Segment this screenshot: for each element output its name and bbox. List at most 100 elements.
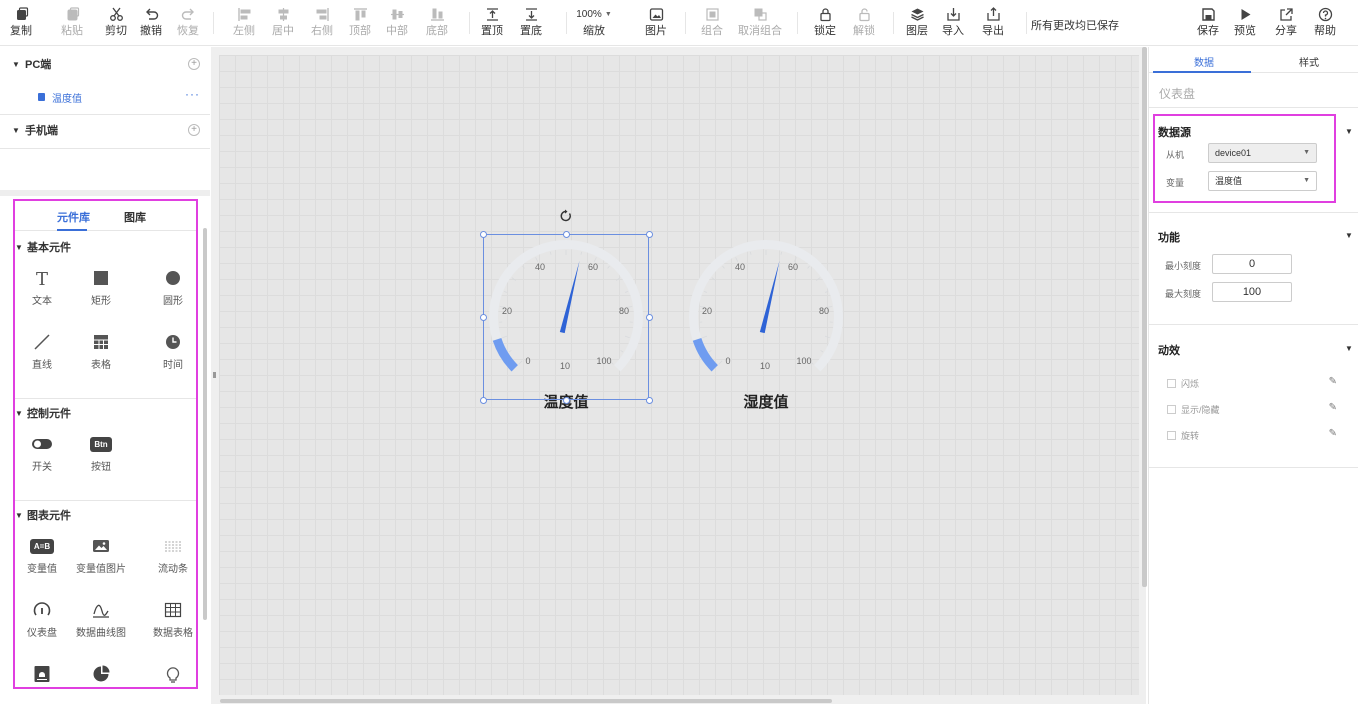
tree-node-temperature[interactable]: 温度值 ···: [0, 87, 210, 107]
effect-checkbox[interactable]: [1167, 379, 1176, 388]
variable-select[interactable]: 温度值 ▼: [1208, 171, 1317, 191]
min-scale-input[interactable]: 0: [1212, 254, 1292, 274]
collapse-caret-icon[interactable]: ▼: [1345, 231, 1353, 240]
toolbar-button[interactable]: 导出: [967, 4, 1019, 42]
tab-data[interactable]: 数据: [1194, 54, 1214, 69]
toolbar-button[interactable]: 组合: [686, 4, 738, 42]
library-section-header[interactable]: ▼ 图表元件: [15, 500, 196, 530]
collapse-handle[interactable]: [213, 372, 216, 378]
gauge[interactable]: 0 10 20 40 60 80 100: [683, 234, 849, 400]
clock-icon: [162, 330, 184, 354]
library-item-label: 饼图: [91, 688, 111, 689]
library-item[interactable]: 表格: [75, 330, 127, 374]
svg-text:T: T: [36, 269, 48, 289]
resize-handle[interactable]: [645, 230, 653, 238]
resize-handle[interactable]: [479, 230, 487, 238]
library-tabs: 元件库 图库: [15, 201, 196, 231]
toolbar-separator: [213, 12, 214, 34]
add-page-icon[interactable]: +: [188, 124, 200, 136]
toolbar-separator: [1026, 12, 1027, 34]
gauge-tick-label: 60: [788, 262, 798, 272]
collapse-caret-icon[interactable]: ▼: [1345, 344, 1353, 353]
toolbar-button[interactable]: 取消组合: [734, 4, 786, 42]
toolbar-button[interactable]: 复制: [0, 4, 47, 42]
toolbar-button[interactable]: 100% ▼ 缩放: [568, 4, 620, 42]
resize-handle[interactable]: [479, 313, 487, 321]
toolbar-button[interactable]: 解锁: [838, 4, 890, 42]
toolbar-button-label: 缩放: [583, 25, 605, 37]
library-item[interactable]: 数据表格: [147, 598, 196, 642]
effect-checkbox[interactable]: [1167, 431, 1176, 440]
pencil-icon[interactable]: ✎: [1329, 376, 1337, 387]
resize-handle[interactable]: [645, 313, 653, 321]
toolbar-button[interactable]: 底部: [411, 4, 463, 42]
toolbar-button-label: 剪切: [105, 25, 127, 37]
lock-icon: [818, 4, 833, 24]
add-page-icon[interactable]: +: [188, 58, 200, 70]
library-item[interactable]: 直线: [16, 330, 68, 374]
slave-select[interactable]: device01 ▼: [1208, 143, 1317, 163]
bring-to-front-icon: [485, 4, 500, 24]
toolbar-button-label: 中部: [386, 25, 408, 37]
collapse-caret-icon[interactable]: ▼: [1345, 127, 1353, 136]
tree-group-pc[interactable]: ▼ PC端 +: [0, 47, 210, 81]
toolbar-button[interactable]: 帮助: [1299, 4, 1351, 42]
effect-checkbox[interactable]: [1167, 405, 1176, 414]
effect-row[interactable]: 闪烁 ✎: [1167, 376, 1337, 392]
toolbar-button-label: 组合: [701, 25, 723, 37]
tree-group-label: 手机端: [25, 125, 58, 137]
resize-handle[interactable]: [562, 230, 570, 238]
save-status: 所有更改均已保存: [1031, 20, 1119, 32]
library-item[interactable]: 开关: [16, 432, 68, 476]
more-icon[interactable]: ···: [185, 87, 200, 101]
library-item[interactable]: 时间: [147, 330, 196, 374]
library-item[interactable]: 报警表格: [16, 662, 68, 687]
library-scrollbar[interactable]: [203, 228, 207, 620]
library-section-header[interactable]: ▼ 控制元件: [15, 398, 196, 428]
library-item[interactable]: 仪表盘: [16, 598, 68, 642]
tab-gallery[interactable]: 图库: [124, 209, 146, 225]
toolbar-button[interactable]: 置底: [505, 4, 557, 42]
design-canvas[interactable]: [219, 55, 1139, 695]
gauge-tick-label: 10: [760, 361, 770, 371]
library-item[interactable]: 圆形: [147, 266, 196, 310]
library-item[interactable]: 流动条: [147, 534, 196, 578]
library-item[interactable]: A=B 变量值: [16, 534, 68, 578]
toolbar-button-label: 顶部: [349, 25, 371, 37]
tab-style[interactable]: 样式: [1299, 54, 1319, 69]
canvas-horizontal-scrollbar[interactable]: [220, 699, 832, 703]
selection-box[interactable]: [479, 230, 653, 404]
library-item[interactable]: 矩形: [75, 266, 127, 310]
gauge-tick: [815, 277, 821, 281]
table-icon: [90, 330, 112, 354]
gauge-tick: [780, 251, 783, 255]
library-item[interactable]: 数据曲线图: [75, 598, 127, 642]
library-item-label: 开关: [32, 462, 52, 473]
align-right-icon: [315, 4, 330, 24]
library-section-header[interactable]: ▼ 基本元件: [15, 232, 196, 262]
toolbar-button-label: 底部: [426, 25, 448, 37]
library-item[interactable]: 变量值图片: [75, 534, 127, 578]
chevron-down-icon: ▼: [604, 10, 612, 18]
tab-components[interactable]: 元件库: [57, 209, 90, 225]
tree-group-mobile[interactable]: ▼ 手机端 +: [0, 113, 210, 147]
toolbar-button[interactable]: 恢复: [162, 4, 214, 42]
pencil-icon[interactable]: ✎: [1329, 428, 1337, 439]
resize-handle[interactable]: [479, 396, 487, 404]
rotate-icon[interactable]: [559, 209, 573, 223]
unlock-icon: [857, 4, 872, 24]
library-item[interactable]: 指示灯: [147, 662, 196, 687]
effect-row[interactable]: 旋转 ✎: [1167, 428, 1337, 444]
resize-handle[interactable]: [562, 396, 570, 404]
library-item[interactable]: 饼图: [75, 662, 127, 689]
resize-handle[interactable]: [645, 396, 653, 404]
effect-row[interactable]: 显示/隐藏 ✎: [1167, 402, 1337, 418]
library-item[interactable]: T 文本: [16, 266, 68, 310]
toolbar-button[interactable]: 图片: [630, 4, 682, 42]
panel-resize-handle[interactable]: [0, 190, 210, 196]
gauge-tick: [824, 290, 829, 293]
canvas-vertical-scrollbar[interactable]: [1142, 47, 1147, 587]
max-scale-input[interactable]: 100: [1212, 282, 1292, 302]
library-item[interactable]: Btn 按钮: [75, 432, 127, 476]
pencil-icon[interactable]: ✎: [1329, 402, 1337, 413]
